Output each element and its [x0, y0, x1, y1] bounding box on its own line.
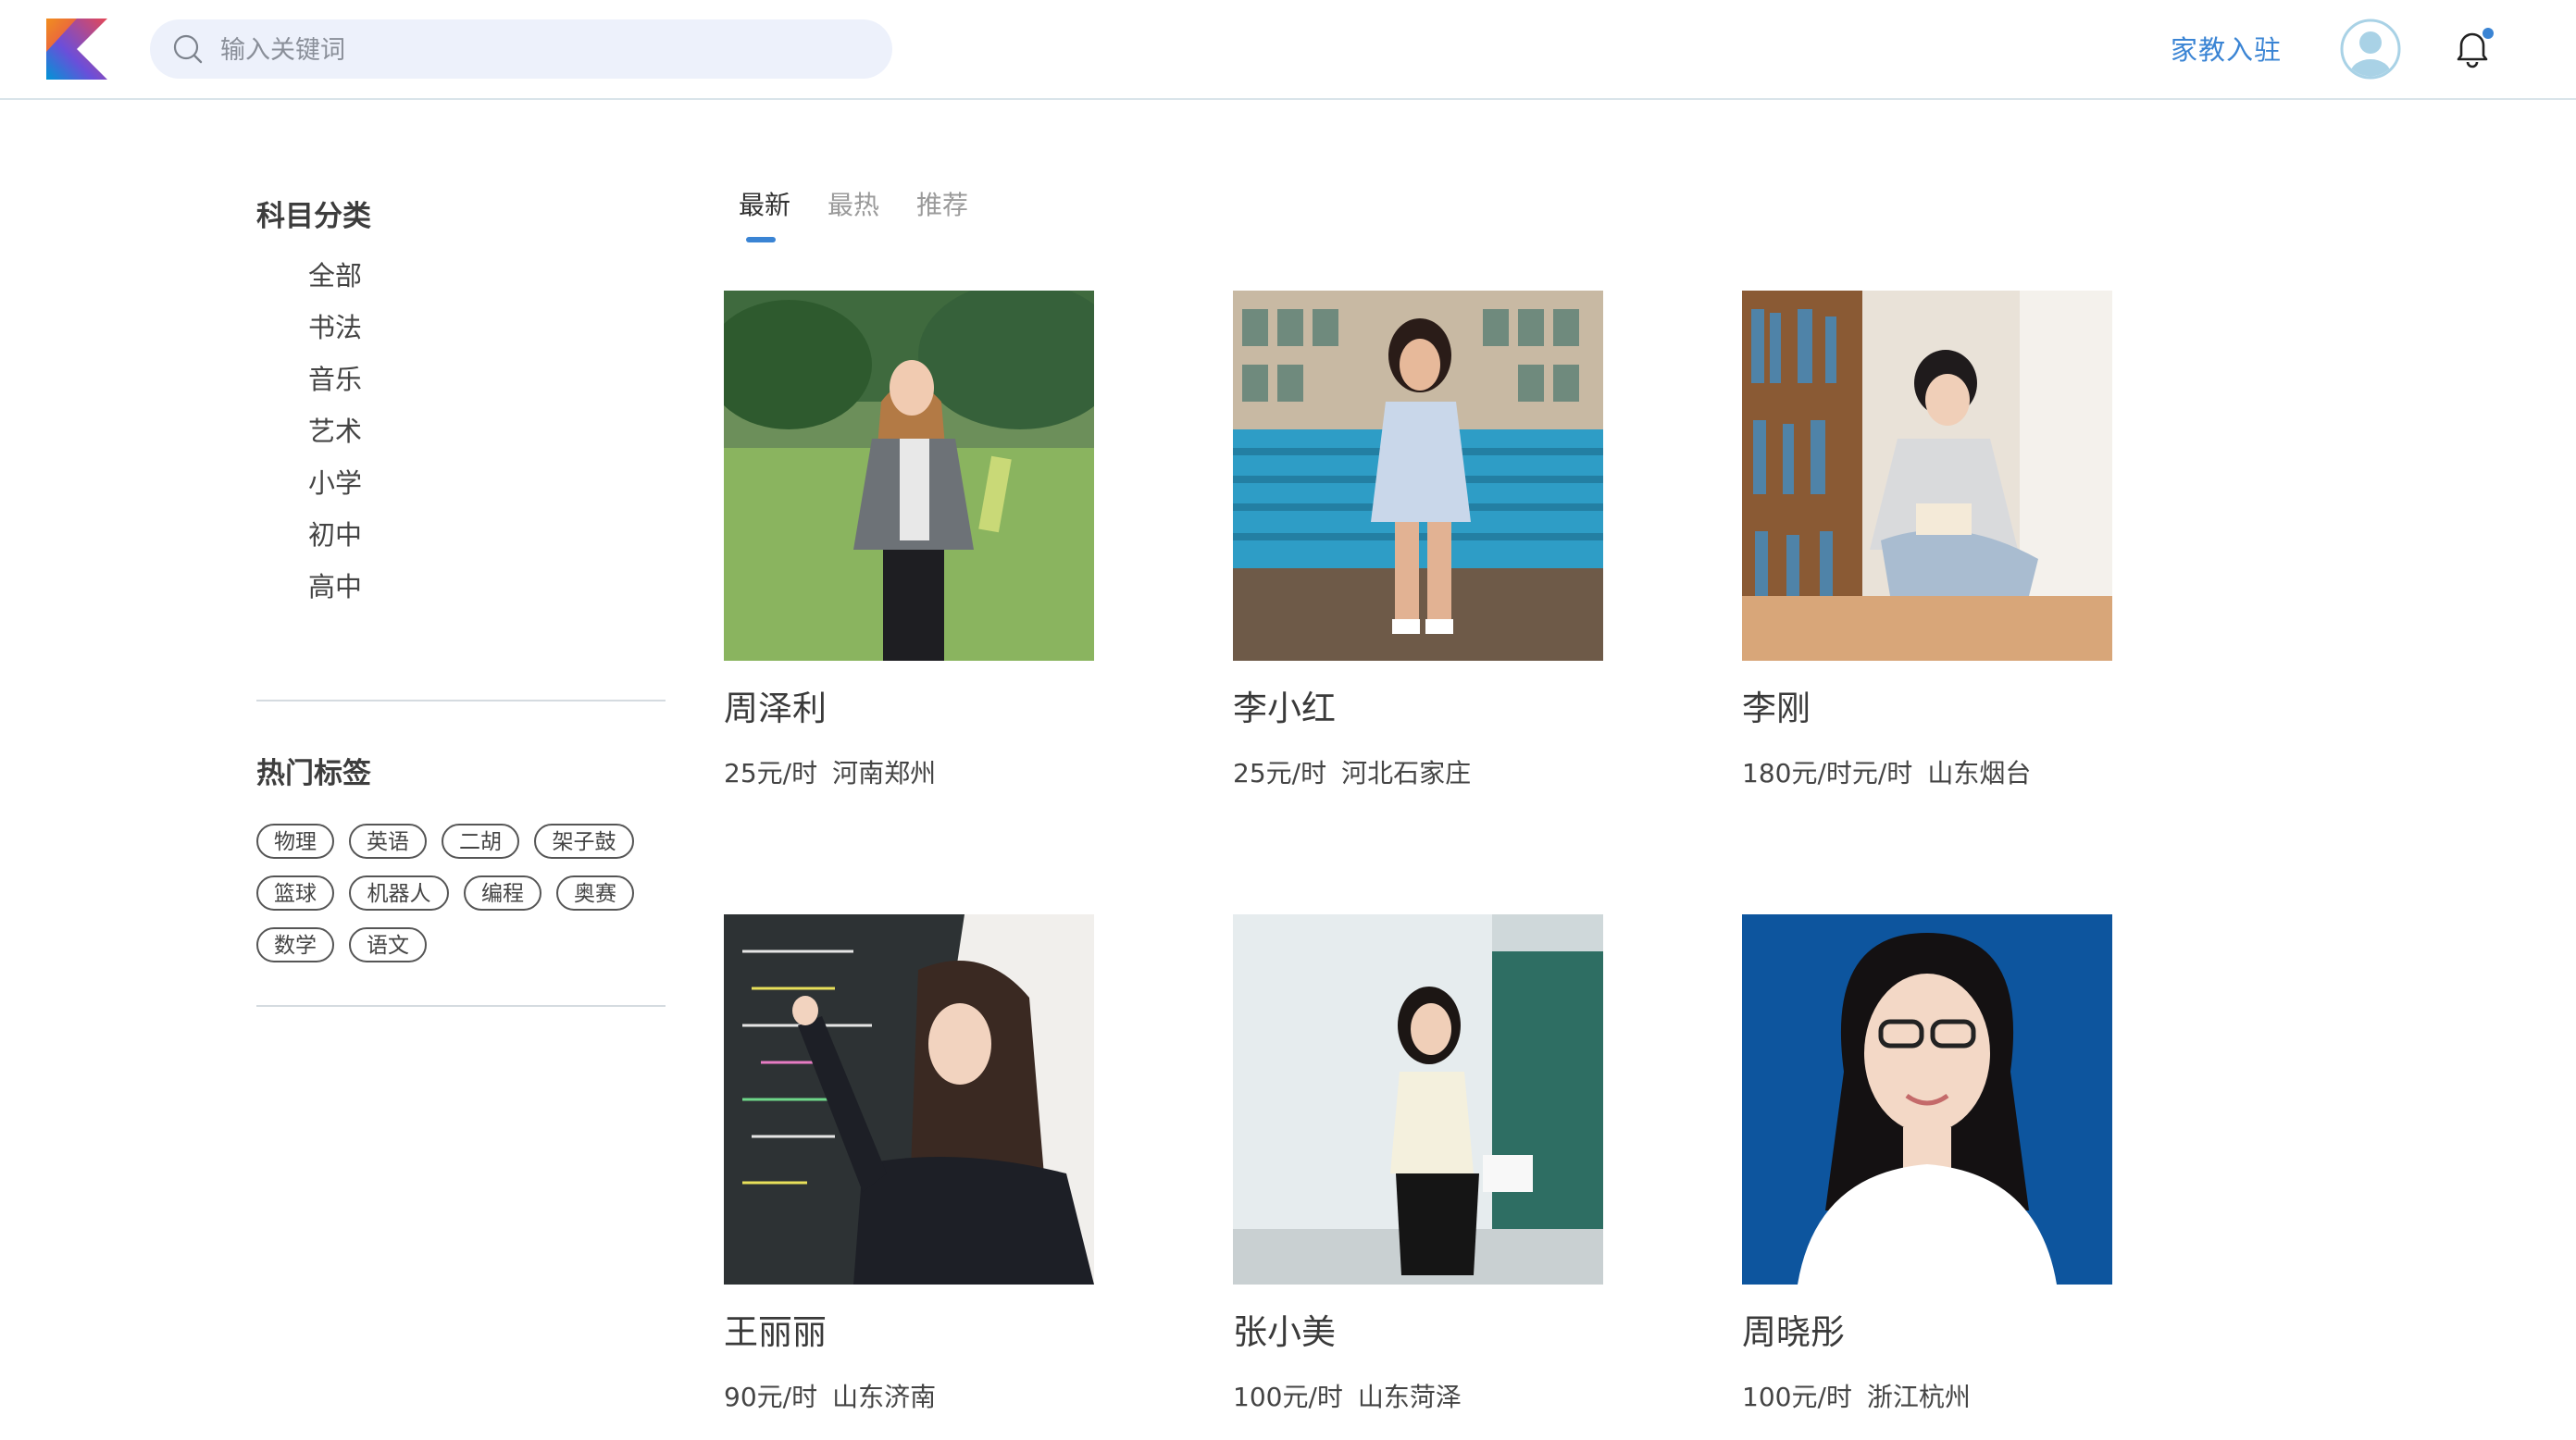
tag-programming[interactable]: 编程: [464, 875, 541, 911]
tutor-card[interactable]: 王丽丽 90元/时 山东济南: [724, 914, 1094, 1414]
hot-tags-title: 热门标签: [256, 757, 371, 790]
tutor-meta: 90元/时 山东济南: [724, 1377, 1094, 1414]
tab-newest[interactable]: 最新: [739, 185, 790, 222]
tutor-meta: 180元/时元/时 山东烟台: [1742, 753, 2112, 790]
tutor-price: 100元/时: [1233, 1382, 1343, 1412]
tutor-price: 25元/时: [1233, 758, 1327, 788]
teacher-in-classroom-photo: [1233, 914, 1603, 1285]
tutor-name: 周晓彤: [1742, 1312, 1845, 1352]
subject-item-all[interactable]: 全部: [308, 250, 362, 302]
tutor-card[interactable]: 张小美 100元/时 山东菏泽: [1233, 914, 1603, 1414]
tutor-name: 张小美: [1233, 1312, 1336, 1352]
tag-olympiad[interactable]: 奥赛: [556, 875, 634, 911]
tutor-location: 山东菏泽: [1357, 1382, 1462, 1412]
active-tab-indicator: [746, 237, 776, 242]
tutor-join-link[interactable]: 家教入驻: [2171, 29, 2282, 68]
top-bar: 家教入驻: [0, 0, 2576, 100]
subject-item-primary[interactable]: 小学: [308, 457, 362, 509]
tutor-card[interactable]: 李刚 180元/时元/时 山东烟台: [1742, 291, 2112, 790]
tag-physics[interactable]: 物理: [256, 824, 334, 859]
tutor-location: 河南郑州: [832, 758, 937, 788]
tutor-card[interactable]: 周晓彤 100元/时 浙江杭州: [1742, 914, 2112, 1414]
subject-item-calligraphy[interactable]: 书法: [308, 302, 362, 354]
subject-category-title: 科目分类: [256, 200, 371, 233]
subject-item-music[interactable]: 音乐: [308, 354, 362, 405]
tutor-price: 100元/时: [1742, 1382, 1852, 1412]
tab-recommended[interactable]: 推荐: [916, 185, 968, 222]
tutor-location: 山东烟台: [1927, 758, 2032, 788]
tag-basketball[interactable]: 篮球: [256, 875, 334, 911]
tutor-location: 浙江杭州: [1866, 1382, 1971, 1412]
search-input[interactable]: [218, 19, 852, 81]
tag-chinese[interactable]: 语文: [349, 927, 427, 962]
search-box[interactable]: [150, 19, 892, 81]
tutor-meta: 25元/时 河北石家庄: [1233, 753, 1603, 790]
tab-hottest[interactable]: 最热: [828, 185, 879, 222]
tutor-meta: 25元/时 河南郑州: [724, 753, 1094, 790]
tutor-name: 周泽利: [724, 689, 827, 728]
boy-reading-photo: [1742, 291, 2112, 661]
tutor-price: 180元/时元/时: [1742, 758, 1913, 788]
tutor-card[interactable]: 李小红 25元/时 河北石家庄: [1233, 291, 1603, 790]
tutor-name: 王丽丽: [724, 1312, 827, 1352]
tutor-card[interactable]: 周泽利 25元/时 河南郑州: [724, 291, 1094, 790]
tag-robotics[interactable]: 机器人: [349, 875, 449, 911]
subject-item-art[interactable]: 艺术: [308, 405, 362, 457]
notification-bell-icon[interactable]: [2448, 24, 2496, 72]
tutor-location: 山东济南: [832, 1382, 937, 1412]
tutor-meta: 100元/时 山东菏泽: [1233, 1377, 1603, 1414]
student-on-lawn-photo: [724, 291, 1094, 661]
tutor-price: 25元/时: [724, 758, 818, 788]
search-icon: [173, 34, 203, 64]
tag-drums[interactable]: 架子鼓: [534, 824, 634, 859]
tutor-location: 河北石家庄: [1341, 758, 1472, 788]
subject-item-junior-high[interactable]: 初中: [308, 509, 362, 561]
kotlin-logo-icon[interactable]: [46, 19, 107, 80]
tutor-price: 90元/时: [724, 1382, 818, 1412]
divider: [256, 700, 666, 701]
girl-on-bench-photo: [1233, 291, 1603, 661]
tag-math[interactable]: 数学: [256, 927, 334, 962]
portrait-blue-bg-photo: [1742, 914, 2112, 1285]
notification-dot: [2483, 28, 2494, 39]
teacher-at-blackboard-photo: [724, 914, 1094, 1285]
tag-erhu[interactable]: 二胡: [442, 824, 519, 859]
tutor-name: 李刚: [1742, 689, 1811, 728]
subject-list: 全部 书法 音乐 艺术 小学 初中 高中: [308, 250, 362, 613]
tutor-name: 李小红: [1233, 689, 1336, 728]
divider: [256, 1005, 666, 1007]
tutor-meta: 100元/时 浙江杭州: [1742, 1377, 2112, 1414]
user-avatar-icon[interactable]: [2340, 19, 2401, 80]
subject-item-senior-high[interactable]: 高中: [308, 561, 362, 613]
tag-english[interactable]: 英语: [349, 824, 427, 859]
